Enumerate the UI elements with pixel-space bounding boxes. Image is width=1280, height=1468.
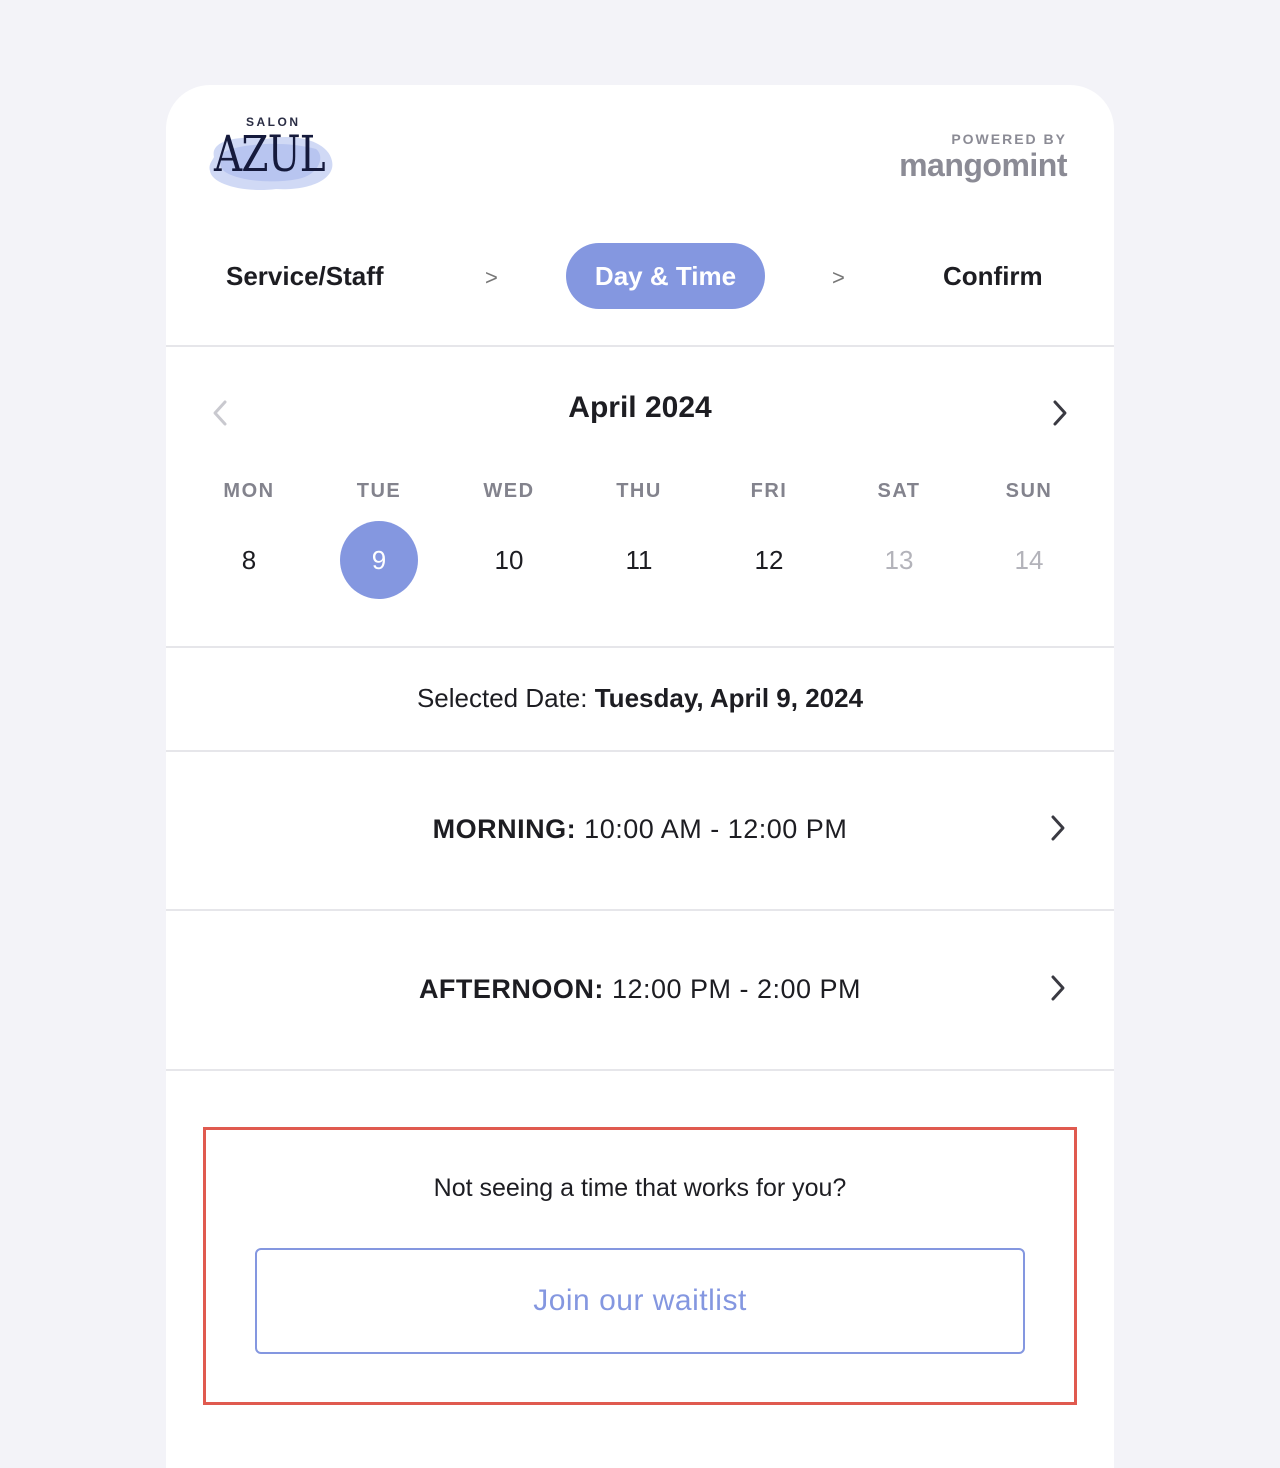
day-12[interactable]: 12	[730, 521, 808, 599]
divider	[166, 909, 1114, 911]
selected-date: Selected Date: Tuesday, April 9, 2024	[166, 683, 1114, 714]
next-month-icon[interactable]	[1044, 395, 1074, 431]
time-slot-period: AFTERNOON:	[418, 974, 604, 1004]
time-slot-text: MORNING: 10:00 AM - 12:00 PM	[166, 814, 1114, 845]
booking-steps: Service/Staff > Day & Time > Confirm	[166, 243, 1114, 309]
step-separator: >	[485, 265, 498, 290]
divider	[166, 345, 1114, 347]
step-confirm[interactable]: Confirm	[943, 261, 1043, 292]
powered-by-label: POWERED BY	[951, 131, 1067, 147]
booking-card: SALON AZUL POWERED BY mangomint Service/…	[166, 85, 1114, 1468]
weekday-label: WED	[483, 480, 535, 502]
salon-logo: SALON AZUL	[206, 113, 336, 197]
powered-by: POWERED BY mangomint	[899, 131, 1067, 184]
step-service-staff[interactable]: Service/Staff	[226, 261, 384, 292]
waitlist-question: Not seeing a time that works for you?	[433, 1174, 847, 1202]
chevron-right-icon	[1051, 815, 1065, 841]
mangomint-logo: mangomint	[899, 147, 1067, 183]
weekday-label: MON	[223, 480, 275, 502]
time-slot-morning[interactable]: MORNING: 10:00 AM - 12:00 PM	[166, 752, 1114, 910]
step-day-time[interactable]: Day & Time	[566, 243, 765, 309]
time-slot-range: 12:00 PM - 2:00 PM	[611, 974, 862, 1004]
weekday-label: TUE	[356, 480, 402, 502]
time-slot-range: 10:00 AM - 12:00 PM	[584, 814, 848, 844]
join-waitlist-button[interactable]: Join our waitlist	[255, 1248, 1025, 1354]
day-8[interactable]: 8	[210, 521, 288, 599]
day-10[interactable]: 10	[470, 521, 548, 599]
day-11[interactable]: 11	[600, 521, 678, 599]
week-days: 8 9 10 11 12 13 14	[184, 521, 1094, 599]
step-separator: >	[832, 265, 845, 290]
weekday-header: MON TUE WED THU FRI SAT SUN	[184, 480, 1094, 503]
day-13-unavailable: 13	[884, 544, 914, 575]
selected-date-label: Selected Date:	[416, 683, 588, 713]
selected-date-value: Tuesday, April 9, 2024	[594, 683, 864, 713]
waitlist-section: Not seeing a time that works for you? Jo…	[203, 1127, 1077, 1405]
chevron-right-icon	[1051, 975, 1065, 1001]
month-title: April 2024	[568, 391, 712, 424]
divider	[166, 646, 1114, 648]
day-9-selected[interactable]: 9	[340, 521, 418, 599]
day-14-unavailable: 14	[1014, 544, 1044, 575]
time-slot-afternoon[interactable]: AFTERNOON: 12:00 PM - 2:00 PM	[166, 912, 1114, 1070]
weekday-label: SUN	[1005, 480, 1053, 502]
weekday-label: THU	[616, 480, 662, 502]
weekday-label: FRI	[750, 480, 788, 502]
time-slot-period: MORNING:	[432, 814, 577, 844]
time-slot-text: AFTERNOON: 12:00 PM - 2:00 PM	[166, 974, 1114, 1005]
logo-wordmark: AZUL	[214, 125, 326, 183]
divider	[166, 1069, 1114, 1071]
weekday-label: SAT	[877, 480, 921, 502]
